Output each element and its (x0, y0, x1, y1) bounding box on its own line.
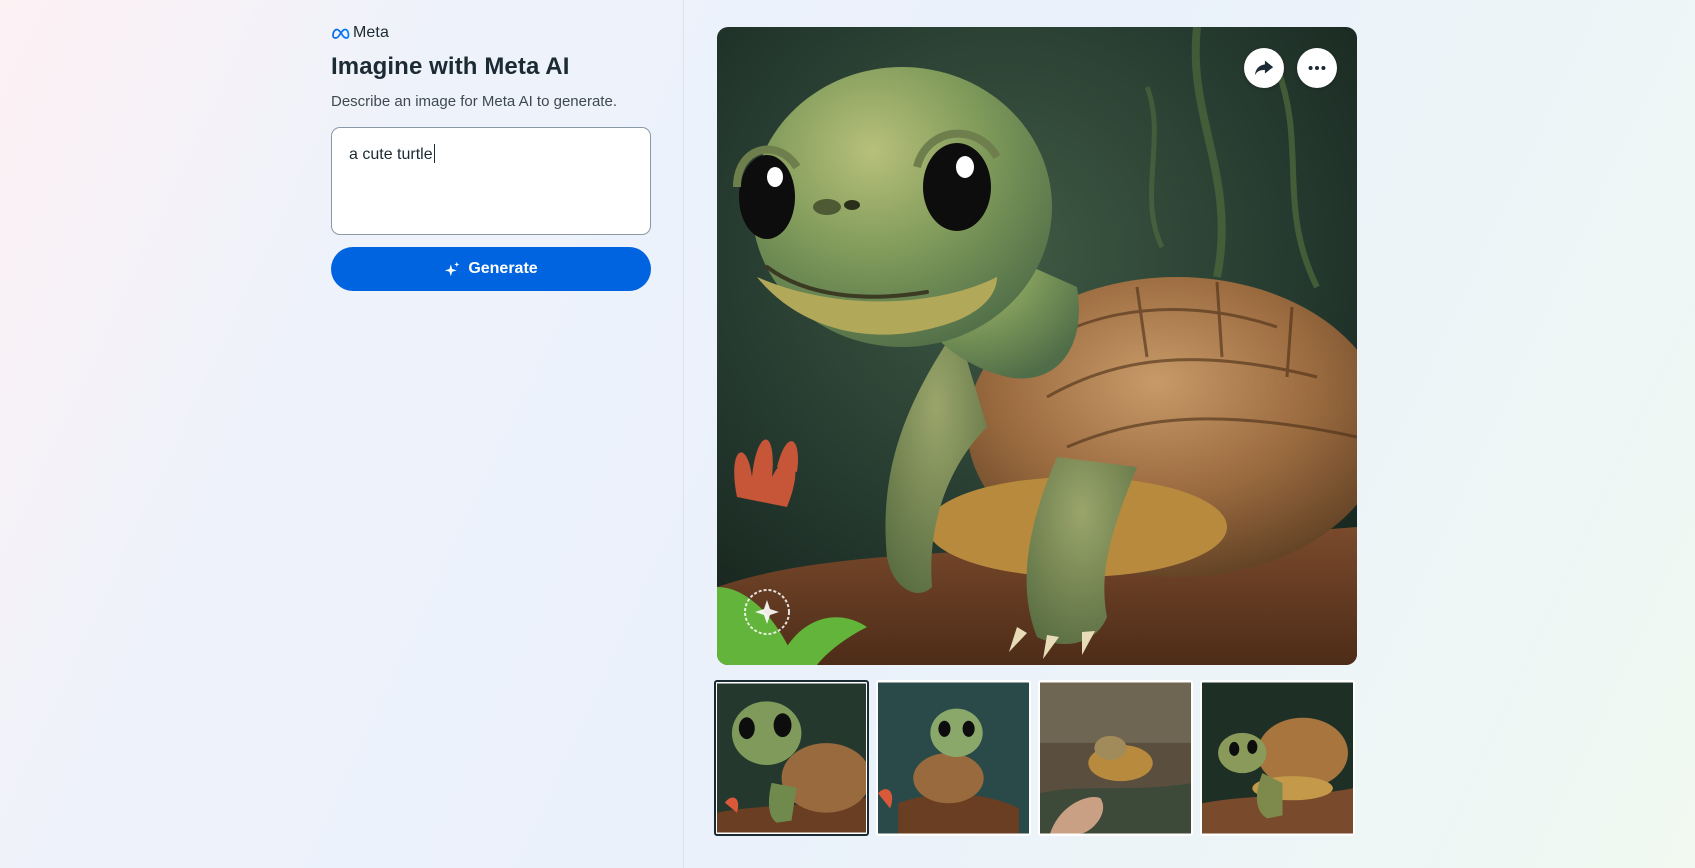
text-caret (433, 144, 435, 163)
prompt-panel: Meta Imagine with Meta AI Describe an im… (331, 24, 651, 291)
thumbnail-2[interactable] (876, 680, 1031, 836)
more-horizontal-icon (1308, 65, 1326, 71)
thumbnail-image (717, 683, 866, 833)
meta-logo[interactable]: Meta (331, 24, 651, 42)
page-title: Imagine with Meta AI (331, 53, 570, 80)
panel-divider (683, 0, 684, 868)
turtle-image (717, 27, 1357, 665)
prompt-input[interactable]: a cute turtle (331, 127, 651, 235)
generated-image[interactable] (717, 27, 1357, 665)
prompt-text: a cute turtle (349, 146, 433, 163)
thumbnail-4[interactable] (1200, 680, 1355, 836)
brand-name: Meta (353, 24, 389, 41)
thumbnail-3[interactable] (1038, 680, 1193, 836)
generate-label: Generate (468, 260, 538, 277)
thumbnail-image (878, 682, 1029, 834)
thumbnail-image (1202, 682, 1353, 834)
thumbnail-1[interactable] (714, 680, 869, 836)
share-arrow-icon (1254, 60, 1274, 76)
meta-infinity-icon (332, 28, 350, 39)
share-button[interactable] (1244, 48, 1284, 88)
thumbnail-image (1040, 682, 1191, 834)
more-options-button[interactable] (1297, 48, 1337, 88)
page-subtitle: Describe an image for Meta AI to generat… (331, 93, 617, 110)
generate-button[interactable]: Generate (331, 247, 651, 291)
thumbnail-strip (714, 680, 1355, 836)
sparkle-icon (445, 261, 460, 276)
